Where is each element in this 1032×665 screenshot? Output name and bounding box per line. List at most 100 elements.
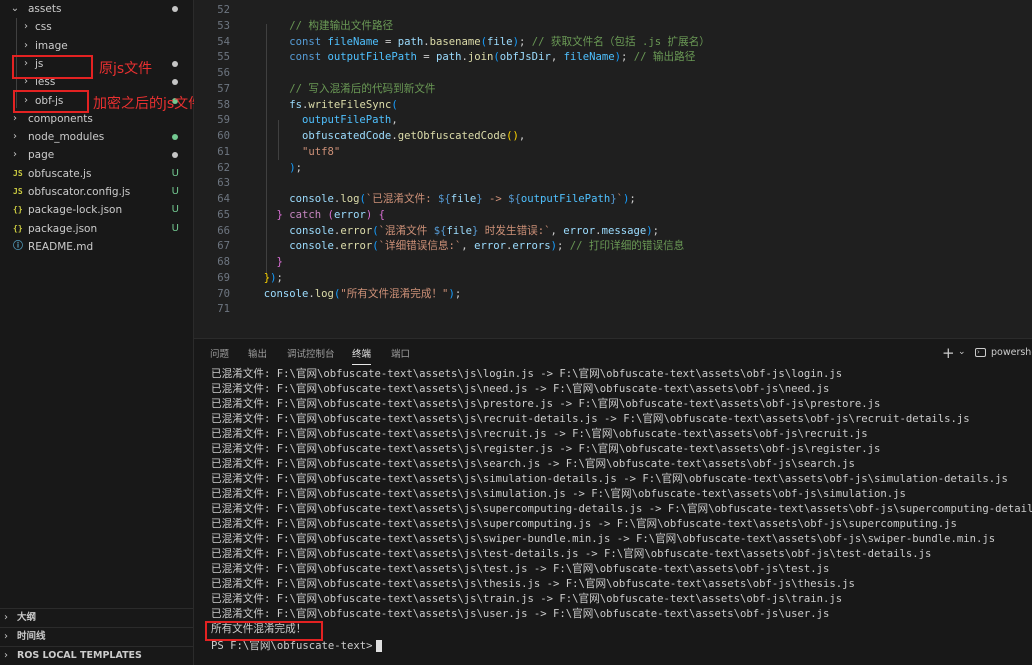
tab-problems[interactable]: 问题	[210, 346, 229, 364]
line-number: 63	[217, 177, 230, 190]
code-line: 67 console.error(`详细错误信息:`, error.errors…	[194, 238, 1032, 254]
line-number: 53	[217, 19, 230, 32]
code-text: console.log(`已混淆文件: ${file} -> ${outputF…	[251, 191, 636, 207]
file-item[interactable]: ⓘ README.md	[0, 238, 193, 256]
code-token: ;	[652, 224, 659, 237]
code-token: ${	[433, 224, 447, 237]
code-token: error	[563, 224, 596, 237]
code-line: 59 outputFilePath,	[194, 112, 1032, 128]
tree-item-label: page	[28, 149, 55, 162]
chevron-right-icon: ›	[24, 39, 28, 51]
code-editor[interactable]: 52 53 // 构建输出文件路径 54 const fileName = path…	[194, 0, 1032, 338]
chevron-right-icon: ›	[13, 149, 17, 161]
code-token: ,	[550, 51, 564, 64]
tab-terminal[interactable]: 终端	[352, 346, 372, 365]
js-file-icon: JS	[13, 168, 23, 178]
code-token: file	[446, 224, 473, 237]
code-token: `详细错误信息:`	[378, 240, 462, 253]
terminal-shell-label[interactable]: powershell	[991, 347, 1032, 358]
tree-item-label: README.md	[28, 240, 94, 253]
code-token: ;	[557, 240, 570, 253]
code-text: outputFilePath,	[251, 112, 398, 128]
js-file-icon: JS	[13, 187, 23, 196]
untracked-badge: U	[171, 222, 179, 234]
code-line: 62 );	[194, 160, 1032, 176]
tree-item-label: package.json	[28, 222, 98, 235]
file-item[interactable]: JS obfuscator.config.js U	[0, 183, 193, 201]
tab-output[interactable]: 输出	[248, 346, 267, 364]
folder-item[interactable]: › image	[0, 37, 193, 55]
chevron-right-icon: ›	[24, 21, 28, 33]
code-text: }	[251, 254, 283, 270]
code-token: join	[467, 51, 494, 64]
chevron-right-icon: ›	[4, 650, 8, 661]
code-text: obfuscatedCode.getObfuscatedCode(),	[251, 128, 525, 144]
untracked-badge: U	[171, 204, 179, 216]
code-line: 63	[194, 175, 1032, 191]
code-token: =	[416, 51, 436, 64]
ros-templates-section[interactable]: › ROS LOCAL TEMPLATES	[0, 646, 193, 664]
status-dot	[172, 79, 178, 86]
code-token: outputFilePath	[520, 193, 611, 205]
status-dot	[172, 6, 178, 12]
js-folder-highlight	[12, 55, 93, 79]
code-text: console.log("所有文件混淆完成！");	[251, 286, 461, 302]
code-token: fileName	[563, 51, 615, 64]
info-icon: ⓘ	[13, 240, 23, 252]
file-item[interactable]: JS obfuscate.js U	[0, 165, 193, 183]
timeline-section[interactable]: › 时间线	[0, 627, 193, 645]
code-token: log	[340, 193, 360, 205]
code-line: 71	[194, 301, 1032, 317]
chevron-down-icon[interactable]: ⌄	[958, 347, 966, 357]
code-token: (	[391, 98, 398, 111]
code-line: 70 console.log("所有文件混淆完成！");	[194, 286, 1032, 302]
new-terminal-plus-icon[interactable]: +	[942, 344, 955, 362]
folder-item[interactable]: › css	[0, 18, 193, 36]
code-token: const	[251, 51, 328, 64]
json-file-icon: {}	[13, 205, 23, 215]
file-item[interactable]: {} package.json U	[0, 220, 193, 238]
code-token: message	[601, 224, 647, 237]
tab-debug-console[interactable]: 调试控制台	[287, 346, 335, 364]
folder-item[interactable]: › node_modules	[0, 128, 193, 146]
code-token: ;	[454, 287, 462, 300]
code-text: console.error(`混淆文件 ${file} 时发生错误:`, err…	[251, 223, 659, 239]
code-token: ->	[482, 193, 509, 205]
code-text: } catch (error) {	[251, 207, 385, 223]
code-token: console	[251, 193, 334, 205]
code-line: 66 console.error(`混淆文件 ${file} 时发生错误:`, …	[194, 223, 1032, 239]
code-text: // 写入混淆后的代码到新文件	[251, 81, 436, 97]
code-token: "utf8"	[251, 145, 341, 158]
line-number: 59	[217, 114, 230, 127]
code-token: ,	[391, 114, 398, 127]
code-token: ()	[506, 130, 519, 142]
chevron-right-icon: ›	[4, 612, 8, 623]
code-token: fileName	[327, 35, 379, 48]
code-token: error	[474, 240, 506, 253]
code-line: 69 });	[194, 270, 1032, 286]
code-token: // 写入混淆后的代码到新文件	[251, 82, 436, 95]
code-token: console	[251, 224, 334, 237]
code-token: // 输出路径	[633, 51, 696, 64]
outline-section[interactable]: › 大纲	[0, 608, 193, 626]
code-token: {	[372, 208, 385, 221]
status-dot	[172, 60, 178, 67]
code-token: }	[251, 271, 271, 284]
code-token: outputFilePath	[327, 51, 417, 64]
code-token: // 打印详细的错误信息	[569, 240, 685, 253]
file-item[interactable]: {} package-lock.json U	[0, 201, 193, 219]
tree-item-label: image	[35, 39, 68, 52]
folder-item[interactable]: › page	[0, 146, 193, 164]
code-token: // 获取文件名（包括 .js 扩展名）	[531, 35, 710, 48]
line-number: 70	[217, 287, 230, 300]
untracked-badge: U	[171, 167, 179, 179]
folder-item[interactable]: ⌄ assets	[0, 0, 193, 18]
obf-js-folder-highlight	[13, 90, 89, 113]
code-token: file	[450, 193, 477, 205]
tab-ports[interactable]: 端口	[391, 346, 410, 364]
line-number: 71	[217, 303, 230, 316]
terminal-icon: ›	[975, 348, 986, 357]
code-text: fs.writeFileSync(	[251, 97, 398, 113]
code-token: outputFilePath	[251, 114, 392, 127]
code-line: 52	[194, 2, 1032, 18]
